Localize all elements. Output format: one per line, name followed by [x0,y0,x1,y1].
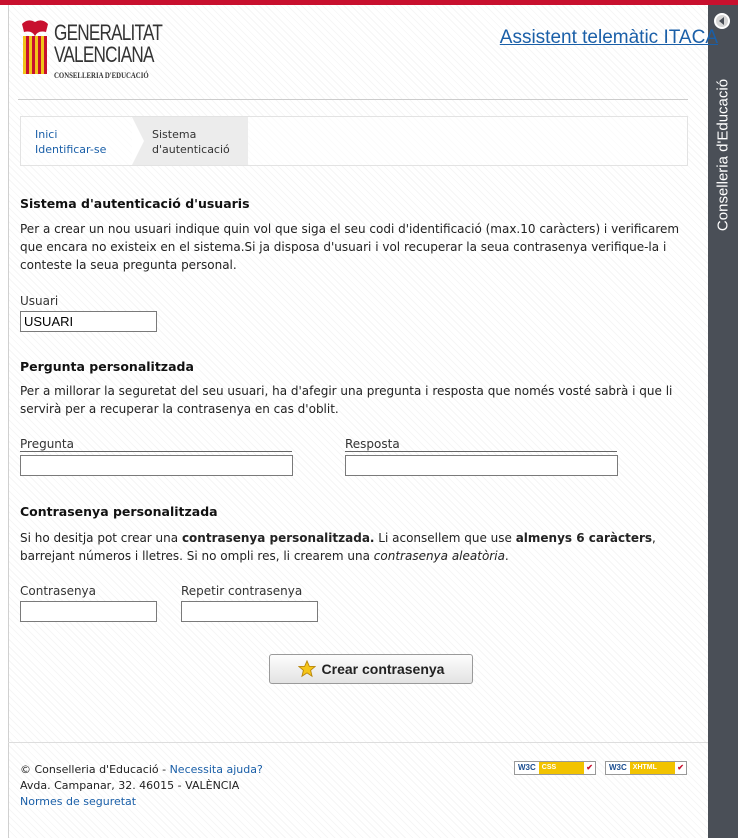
header-divider [18,99,688,100]
answer-input[interactable] [345,455,618,476]
breadcrumb-current-label: Sistema d'autenticació [152,128,230,156]
security-rules-link[interactable]: Normes de seguretat [20,795,136,808]
star-icon [297,660,316,678]
password-text-bold-1: contrasenya personalitzada. [181,531,375,545]
help-link[interactable]: Necessita ajuda? [170,763,263,776]
section-password-title: Contrasenya personalitzada [20,504,218,519]
password-label: Contrasenya [20,584,97,598]
password-text-2: Li aconsellem que use [374,531,516,545]
side-panel[interactable]: Conselleria d'Educació [708,5,738,838]
password-input[interactable] [20,601,157,622]
password-text-1: Si ho desitja pot crear una [20,531,182,545]
password-text-4: . [504,549,509,563]
xhtml-label: XHTML [629,762,676,774]
breadcrumb-current: Sistema d'autenticació [132,117,248,165]
breadcrumb-home-link[interactable]: Inici [35,127,106,142]
breadcrumb-login-link[interactable]: Identificar-se [35,142,106,157]
copyright-text: © Conselleria d'Educació - [20,763,170,776]
bat-emblem-icon [22,20,48,74]
password-text-bold-2: almenys 6 caràcters [515,531,653,545]
xhtml-check-icon: ✔ [677,763,684,772]
user-label: Usuari [20,294,59,308]
footer-divider [8,742,708,743]
user-input[interactable] [20,311,157,332]
app-title-link[interactable]: Assistent telemàtic ITACA [500,27,718,49]
w3c-xhtml-badge[interactable]: W3C XHTML ✔ [605,761,687,775]
logo-line-2: VALENCIANA [54,42,154,67]
w3c-css-logo: W3C [515,762,539,774]
css-label: CSS [538,762,585,774]
logo-line-3: CONSELLERIA D'EDUCACIÓ [54,71,149,80]
w3c-css-badge[interactable]: W3C CSS ✔ [514,761,596,775]
breadcrumb: Inici Identificar-se Sistema d'autentica… [20,116,688,166]
w3c-xhtml-logo: W3C [606,762,630,774]
generalitat-logo: GENERALITAT VALENCIANA CONSELLERIA D'EDU… [18,18,188,90]
section-question-text: Per a millorar la seguretat del seu usua… [20,384,673,416]
repeat-password-label: Repetir contrasenya [181,584,303,598]
question-label: Pregunta [20,437,292,452]
section-question-title: Pergunta personalitzada [20,359,194,374]
create-password-button[interactable]: Crear contrasenya [269,654,473,684]
section-user-title: Sistema d'autenticació d'usuaris [20,196,250,211]
breadcrumb-links: Inici Identificar-se [35,127,106,157]
address-text: Avda. Campanar, 32. 46015 - VALÈNCIA [20,779,240,792]
question-input[interactable] [20,455,293,476]
answer-label: Resposta [345,437,617,452]
css-check-icon: ✔ [586,763,593,772]
create-password-label: Crear contrasenya [321,661,445,677]
password-text-italic: contrasenya aleatòria [373,549,505,563]
section-password-text: Si ho desitja pot crear una contrasenya … [20,529,686,565]
logo-line-1: GENERALITAT [54,20,163,45]
repeat-password-input[interactable] [181,601,318,622]
side-panel-label: Conselleria d'Educació [714,78,732,232]
section-user-text: Per a crear un nou usuari indique quin v… [20,222,680,272]
